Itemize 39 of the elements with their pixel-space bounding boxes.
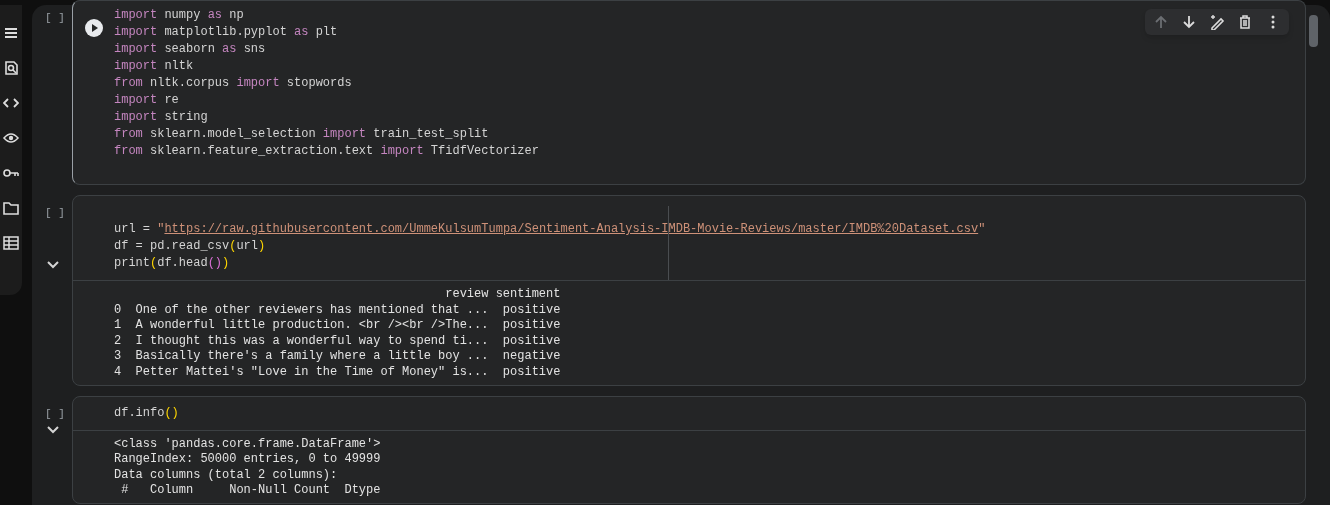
menu-icon[interactable] — [3, 25, 19, 41]
output-line: Data columns (total 2 columns): — [114, 467, 339, 484]
code-line: print(df.head()) — [114, 255, 231, 272]
code-line: import nltk — [114, 58, 195, 75]
output-line: 1 A wonderful little production. <br /><br />The... positive — [114, 318, 562, 334]
output-line: 3 Basically there's a family where a little boy ... negative — [114, 349, 562, 365]
code-line: from nltk.corpus import stopwords — [114, 75, 353, 92]
code-line: from sklearn.model_selection import train_test_split — [114, 126, 490, 143]
arrow-down-icon[interactable] — [1181, 14, 1197, 30]
output-line: <class 'pandas.core.frame.DataFrame'> — [114, 436, 382, 453]
execution-count: [ ] — [44, 206, 65, 221]
code-line: import re — [114, 92, 180, 109]
code-line: df.info() — [114, 404, 179, 422]
table-icon[interactable] — [3, 235, 19, 251]
code-line: import numpy as np — [114, 7, 245, 24]
code-line: import matplotlib.pyplot as plt — [114, 24, 339, 41]
collapse-chevron-icon[interactable] — [47, 425, 59, 434]
collapse-chevron-icon[interactable] — [47, 261, 59, 269]
scrollbar-thumb[interactable] — [1309, 15, 1318, 47]
output-line: RangeIndex: 50000 entries, 0 to 49999 — [114, 452, 382, 468]
search-icon[interactable] — [3, 60, 19, 76]
execution-count: [ ] — [44, 406, 65, 422]
execution-count: [ ] — [44, 11, 65, 26]
pencil-icon[interactable] — [1209, 14, 1225, 30]
code-line: import string — [114, 109, 209, 126]
code-cell[interactable] — [72, 0, 1306, 185]
output-line: 2 I thought this was a wonderful way to spend ti... positive — [114, 333, 562, 350]
eye-icon[interactable] — [3, 130, 19, 146]
output-line: 4 Petter Mattei's "Love in the Time of Money" is... positive — [114, 364, 562, 381]
delete-icon[interactable] — [1237, 14, 1253, 30]
code-line: df = pd.read_csv(url) — [114, 238, 267, 255]
code-line: url = "https://raw.githubusercontent.com/UmmeKulsumTumpa/Sentiment-Analysis-IMDB-Movie-Reviews/master/IMDB%20Dataset.csv" — [114, 221, 986, 238]
code-line: import seaborn as sns — [114, 41, 267, 58]
output-line: review sentiment — [444, 287, 562, 303]
code-line: from sklearn.feature_extraction.text import TfidfVectorizer — [114, 143, 539, 160]
folder-icon[interactable] — [3, 200, 19, 216]
output-line: # Column Non-Null Count Dtype — [120, 483, 382, 499]
output-line: 0 One of the other reviewers has mentioned that ... positive — [114, 302, 562, 319]
run-button[interactable] — [84, 19, 103, 37]
